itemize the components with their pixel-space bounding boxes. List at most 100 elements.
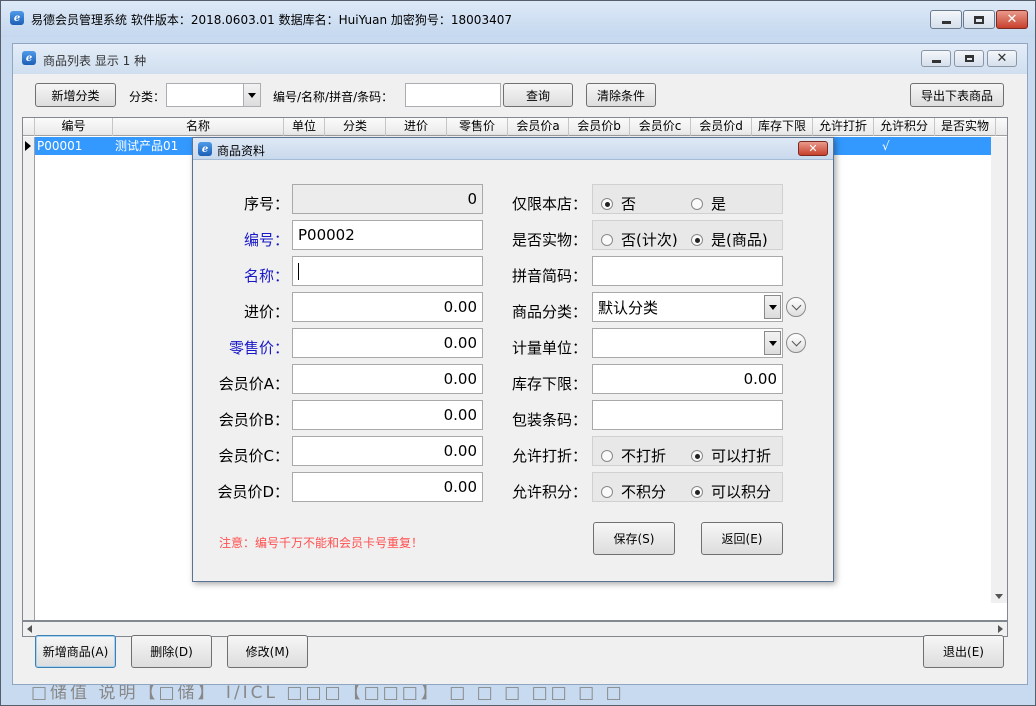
row-allow-points: √ (882, 139, 890, 153)
current-row-arrow-icon (25, 141, 31, 151)
product-category-value: 默认分类 (598, 298, 659, 317)
name-label: 名称： (243, 267, 289, 285)
row-header-corner (23, 118, 35, 136)
member-price-c-field[interactable]: 0.00 (292, 436, 483, 466)
restore-icon (974, 15, 984, 24)
scroll-left-icon[interactable] (27, 625, 32, 633)
min-stock-field[interactable]: 0.00 (592, 364, 783, 394)
category-dropdown-button[interactable] (243, 84, 260, 106)
row-code: P00001 (37, 139, 83, 153)
close-icon: ✕ (996, 51, 1008, 66)
delete-button[interactable]: 删除(D) (131, 635, 212, 668)
maximize-button[interactable] (963, 10, 995, 29)
back-button[interactable]: 返回(E) (701, 522, 783, 555)
physical-no-radio[interactable]: 否(计次) (601, 229, 678, 250)
col-allow-discount[interactable]: 允许打折 (813, 118, 874, 136)
store-only-group: 否 是 (592, 184, 783, 214)
name-field[interactable] (292, 256, 483, 286)
retail-price-field[interactable]: 0.00 (292, 328, 483, 358)
col-price-a[interactable]: 会员价a (508, 118, 569, 136)
pinyin-label: 拼音简码： (511, 267, 587, 285)
unit-manage-button[interactable] (786, 333, 806, 353)
search-label: 编号/名称/拼音/条码： (273, 90, 394, 104)
physical-group: 否(计次) 是(商品) (592, 220, 783, 250)
points-no-radio[interactable]: 不积分 (601, 481, 666, 502)
modify-button[interactable]: 修改(M) (227, 635, 308, 668)
member-price-d-field[interactable]: 0.00 (292, 472, 483, 502)
scroll-down-icon[interactable] (995, 594, 1003, 599)
col-category[interactable]: 分类 (325, 118, 386, 136)
member-price-b-field[interactable]: 0.00 (292, 400, 483, 430)
pinyin-field[interactable] (592, 256, 783, 286)
dialog-title: 商品资料 (217, 144, 266, 158)
unit-dropdown-button[interactable] (764, 331, 781, 355)
barcode-field[interactable] (592, 400, 783, 430)
chevron-down-icon (791, 300, 801, 310)
export-button[interactable]: 导出下表商品 (910, 83, 1004, 107)
chevron-down-icon (768, 304, 777, 310)
minimize-button[interactable] (930, 10, 962, 29)
row-name: 测试产品01 (115, 139, 179, 153)
cost-field[interactable]: 0.00 (292, 292, 483, 322)
save-button[interactable]: 保存(S) (593, 522, 675, 555)
restore-icon (964, 55, 974, 62)
col-allow-points[interactable]: 允许积分 (874, 118, 935, 136)
unit-select[interactable] (592, 328, 783, 358)
scroll-right-icon[interactable] (998, 625, 1003, 633)
warning-note: 注意：编号千万不能和会员卡号重复！ (219, 536, 424, 550)
col-price-d[interactable]: 会员价d (691, 118, 752, 136)
physical-label: 是否实物： (511, 231, 587, 249)
radio-checked-icon (691, 485, 703, 498)
points-yes-radio[interactable]: 可以积分 (691, 481, 771, 502)
points-no-text: 不积分 (621, 483, 667, 501)
col-min-stock[interactable]: 库存下限 (752, 118, 813, 136)
radio-checked-icon (691, 233, 703, 246)
add-category-button[interactable]: 新增分类 (35, 83, 116, 107)
category-label: 分类： (129, 90, 166, 104)
category-select[interactable] (166, 83, 261, 107)
store-only-label: 仅限本店： (511, 195, 587, 213)
category-manage-button[interactable] (786, 297, 806, 317)
col-retail[interactable]: 零售价 (447, 118, 508, 136)
close-button[interactable]: ✕ (996, 10, 1028, 29)
allow-discount-label: 允许打折： (511, 447, 587, 465)
add-product-button[interactable]: 新增商品(A) (35, 635, 116, 668)
radio-checked-icon (691, 449, 703, 462)
minimize-icon (931, 60, 941, 63)
col-name[interactable]: 名称 (113, 118, 284, 136)
grid-vertical-scrollbar[interactable] (991, 137, 1007, 603)
search-input[interactable] (405, 83, 501, 107)
store-only-no-radio[interactable]: 否 (601, 193, 636, 214)
code-field[interactable]: P00002 (292, 220, 483, 250)
allow-discount-group: 不打折 可以打折 (592, 436, 783, 466)
store-only-no-text: 否 (621, 195, 637, 213)
min-stock-label: 库存下限： (511, 375, 587, 393)
store-only-yes-radio[interactable]: 是 (691, 193, 726, 214)
col-code[interactable]: 编号 (35, 118, 113, 136)
clear-conditions-button[interactable]: 清除条件 (586, 83, 656, 107)
col-price-c[interactable]: 会员价c (630, 118, 691, 136)
member-price-a-label: 会员价A： (218, 375, 289, 393)
physical-yes-radio[interactable]: 是(商品) (691, 229, 768, 250)
radio-unchecked-icon (601, 233, 613, 246)
chevron-down-icon (791, 336, 801, 346)
child-maximize-button[interactable] (954, 50, 984, 67)
product-list-title: 商品列表 显示 1 种 (43, 54, 147, 68)
col-physical[interactable]: 是否实物 (935, 118, 996, 136)
col-unit[interactable]: 单位 (284, 118, 325, 136)
exit-button[interactable]: 退出(E) (923, 635, 1004, 668)
query-button[interactable]: 查询 (503, 83, 573, 107)
product-category-dropdown-button[interactable] (764, 295, 781, 319)
discount-no-radio[interactable]: 不打折 (601, 445, 666, 466)
col-cost[interactable]: 进价 (386, 118, 447, 136)
col-price-b[interactable]: 会员价b (569, 118, 630, 136)
discount-yes-radio[interactable]: 可以打折 (691, 445, 771, 466)
barcode-label: 包装条码： (511, 411, 587, 429)
child-close-button[interactable]: ✕ (987, 50, 1017, 67)
dialog-close-button[interactable]: ✕ (798, 141, 828, 156)
product-category-select[interactable]: 默认分类 (592, 292, 783, 322)
code-label: 编号： (243, 231, 289, 249)
member-price-a-field[interactable]: 0.00 (292, 364, 483, 394)
row-indicator-column (23, 137, 35, 620)
child-minimize-button[interactable] (921, 50, 951, 67)
